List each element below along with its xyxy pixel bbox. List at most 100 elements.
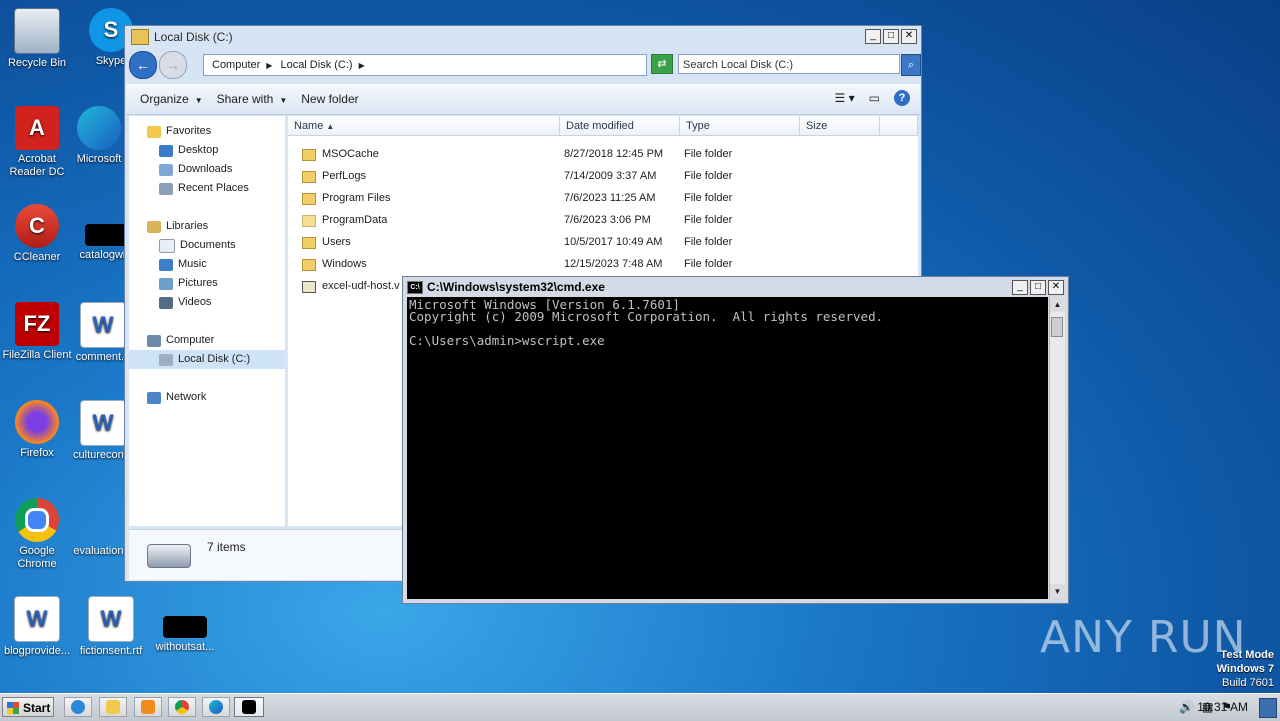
minimize-button[interactable]: _ [865,29,881,44]
file-name: excel-udf-host.v [322,280,400,292]
network-icon [147,391,161,404]
desktop-icon-fictionsent[interactable]: W fictionsent.rtf [74,596,148,658]
desktop-icon-withoutsat[interactable]: withoutsat... [148,596,222,654]
folder-locked-icon [302,149,316,161]
column-filler [880,116,918,136]
console-output[interactable]: Microsoft Windows [Version 6.1.7601] Copy… [407,297,1048,599]
nav-network[interactable]: Network [147,388,206,407]
nav-documents[interactable]: Documents [159,236,236,255]
nav-music[interactable]: Music [159,255,207,274]
breadcrumb-local-disk[interactable]: Local Disk (C:) [280,59,352,71]
nav-label: Music [178,258,207,270]
file-type: File folder [684,148,733,160]
chrome-icon [175,700,189,714]
close-button[interactable]: ✕ [1048,280,1064,295]
file-name: Program Files [322,192,391,204]
close-button[interactable]: ✕ [901,29,917,44]
clock[interactable]: 10:31 AM [1197,700,1248,714]
volume-icon[interactable]: 🔊 [1179,700,1194,714]
taskbar-media-player[interactable] [134,697,162,717]
preview-pane-icon[interactable]: ▭ [869,91,880,105]
nav-libraries[interactable]: Libraries [147,217,208,236]
column-name[interactable]: Name ▲ [288,116,560,136]
file-name: Users [322,236,351,248]
help-icon[interactable]: ? [894,90,910,106]
chevron-right-icon[interactable]: ▶ [359,61,365,70]
breadcrumb-computer[interactable]: Computer [212,59,260,71]
cmd-titlebar[interactable]: C:\ C:\Windows\system32\cmd.exe [403,277,1068,297]
taskbar-chrome[interactable] [168,697,196,717]
nav-label: Documents [180,239,236,251]
organize-label: Organize [140,92,189,106]
videos-icon [159,296,173,309]
nav-computer[interactable]: Computer [147,331,214,350]
file-date: 12/15/2023 7:48 AM [564,258,663,270]
desktop-icon-label: CCleaner [13,251,61,263]
address-bar[interactable]: Computer ▶ Local Disk (C:) ▶ [203,54,647,76]
file-type: File folder [684,214,733,226]
maximize-button[interactable]: □ [1030,280,1046,295]
file-name: ProgramData [322,214,388,226]
desktop-icon-firefox[interactable]: Firefox [0,400,74,460]
taskbar-cmd[interactable] [234,697,264,717]
scroll-up-icon[interactable]: ▲ [1050,297,1065,312]
recent-places-icon [159,182,173,195]
chevron-down-icon: ▼ [279,96,288,105]
desktop-icon-ccleaner[interactable]: C CCleaner [0,204,74,264]
music-icon [159,258,173,271]
command-bar: Organize ▼ Share with ▼ New folder ☰ ▾ ▭ ? [126,84,920,115]
maximize-button[interactable]: □ [883,29,899,44]
filezilla-icon: FZ [15,302,59,346]
desktop-icon-label: fictionsent.rtf [79,645,143,657]
nav-downloads[interactable]: Downloads [159,160,232,179]
taskbar-explorer[interactable] [99,697,127,717]
desktop-icon-blogprovide[interactable]: W blogprovide... [0,596,74,658]
forward-button[interactable]: → [159,51,187,79]
share-with-button[interactable]: Share with ▼ [217,92,288,106]
chevron-right-icon[interactable]: ▶ [266,61,272,70]
column-date[interactable]: Date modified [560,116,680,136]
nav-label: Local Disk (C:) [178,353,251,365]
scroll-thumb[interactable] [1051,317,1063,337]
start-button[interactable]: Start [2,697,54,717]
file-name: PerfLogs [322,170,367,182]
desktop-icon-recycle-bin[interactable]: Recycle Bin [0,8,74,70]
explorer-titlebar[interactable]: Local Disk (C:) [125,26,921,48]
back-button[interactable]: ← [129,51,157,79]
nav-desktop[interactable]: Desktop [159,141,218,160]
folder-icon [302,259,316,271]
blank-file-icon [81,498,125,542]
show-desktop-button[interactable] [1259,698,1277,718]
organize-button[interactable]: Organize ▼ [140,92,203,106]
search-input[interactable]: Search Local Disk (C:) [678,54,900,74]
nav-videos[interactable]: Videos [159,293,211,312]
downloads-icon [159,163,173,176]
cmd-window-controls: _ □ ✕ [1012,280,1064,295]
vertical-scrollbar[interactable]: ▲ ▼ [1049,297,1065,599]
taskbar-edge[interactable] [202,697,230,717]
nav-label: Desktop [178,144,219,156]
nav-local-disk[interactable]: Local Disk (C:) [129,350,285,369]
column-type[interactable]: Type [680,116,800,136]
folder-icon [106,700,120,714]
nav-pictures[interactable]: Pictures [159,274,218,293]
refresh-icon[interactable]: ⇄ [651,54,673,74]
column-size[interactable]: Size [800,116,880,136]
cmd-window[interactable]: C:\ C:\Windows\system32\cmd.exe _ □ ✕ Mi… [402,276,1069,604]
hard-drive-icon [147,544,191,568]
desktop-icon-chrome[interactable]: Google Chrome [0,498,74,571]
nav-label: Libraries [166,220,209,232]
star-icon [147,125,161,138]
search-icon[interactable]: ⌕ [901,54,921,76]
taskbar-ie[interactable] [64,697,92,717]
nav-recent-places[interactable]: Recent Places [159,179,249,198]
nav-label: Network [166,391,207,403]
scroll-down-icon[interactable]: ▼ [1050,584,1065,599]
edge-icon [209,700,223,714]
nav-favorites[interactable]: Favorites [147,122,211,141]
minimize-button[interactable]: _ [1012,280,1028,295]
views-icon[interactable]: ☰ ▾ [835,91,855,105]
desktop-icon-filezilla[interactable]: FZ FileZilla Client [0,302,74,362]
new-folder-button[interactable]: New folder [301,92,358,106]
column-name-label: Name [294,120,324,132]
